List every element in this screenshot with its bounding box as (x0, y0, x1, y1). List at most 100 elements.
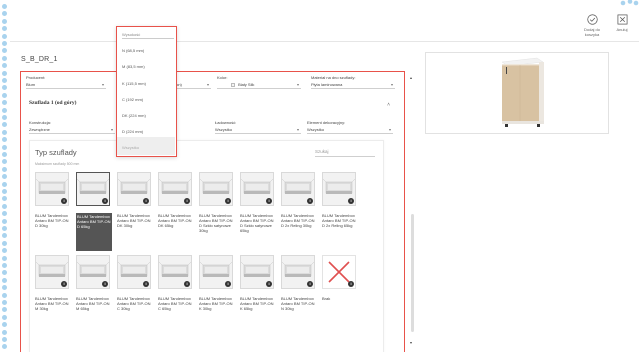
drawer-tile[interactable]: i (35, 255, 69, 289)
drawer-tile[interactable]: i (199, 172, 233, 206)
height-dropdown-menu[interactable]: Wysokość N (68,5 mm) M (83,5 mm) K (115,5 m… (116, 26, 177, 157)
drawer-tile[interactable]: i (322, 172, 356, 206)
dropdown-option[interactable]: DK (224 mm) (122, 113, 146, 118)
info-icon[interactable]: i (307, 198, 313, 204)
border-dot (2, 159, 7, 165)
extra-value: Wszystko (307, 127, 325, 132)
info-icon[interactable]: i (102, 281, 108, 287)
drawer-tile[interactable]: i (117, 255, 151, 289)
color-select[interactable]: Biały Silk ▾ (217, 80, 301, 89)
drawer-tile-label: BLUM Tandembox Antaro BM TIP-ON DK 65kg (158, 213, 192, 228)
extra-select[interactable]: Wszystko ▾ (307, 125, 393, 134)
drawer-type-subtitle: Maksimum szuflady 500 mm (35, 162, 80, 166)
drawer-tile-label: BLUM Tandembox Antaro BM TIP-ON D 30kg (35, 213, 69, 228)
drawer-tile[interactable]: i (76, 172, 110, 206)
info-icon[interactable]: i (61, 198, 67, 204)
drawer-type-title: Typ szuflady (35, 148, 77, 157)
border-dot (2, 248, 7, 254)
drawer-tile-label: Brak (322, 296, 331, 301)
product-preview (425, 52, 609, 134)
drawer-tile[interactable]: i (281, 255, 315, 289)
scroll-up-icon[interactable]: ▴ (410, 75, 412, 80)
dropdown-option[interactable]: K (115,5 mm) (122, 81, 146, 86)
border-dot (2, 174, 7, 180)
dropdown-option[interactable]: C (192 mm) (122, 97, 143, 102)
add-to-cart-button[interactable]: Dodaj do koszyka (578, 14, 606, 37)
chevron-down-icon: ▾ (101, 82, 104, 87)
configuration-panel: Producent: Blum ▾ ton) ▾ Kolor: Biały Si… (20, 71, 405, 352)
info-icon[interactable]: i (266, 198, 272, 204)
drawer-tile-label: BLUM Tandembox Antaro BM TIP-ON M 65kg (76, 296, 110, 311)
drawer-type-card: Typ szuflady Maksimum szuflady 500 mm Sz… (29, 140, 384, 352)
chevron-up-icon[interactable]: ˄ (387, 102, 390, 108)
border-dot (2, 4, 7, 9)
capacity-value: Wszystko (215, 127, 233, 132)
info-icon[interactable]: i (184, 198, 190, 204)
dropdown-option[interactable]: Wszystko (122, 145, 139, 150)
producer-value: Blum (26, 82, 36, 87)
border-dot (2, 226, 7, 231)
info-icon[interactable]: i (307, 281, 313, 287)
drawer-tile-label: BLUM Tandembox Antaro BM TIP-ON K 65kg (240, 296, 274, 311)
border-dot (2, 322, 7, 328)
material-select[interactable]: Płyta laminowana ▾ (311, 80, 395, 89)
chevron-down-icon: ▾ (110, 127, 113, 132)
drawer-tile[interactable]: i (158, 172, 192, 206)
info-icon[interactable]: i (225, 198, 231, 204)
dropdown-option[interactable]: N (68,5 mm) (122, 48, 144, 53)
border-dot (2, 240, 7, 246)
drawer-tile[interactable]: i (158, 255, 192, 289)
page-title: S_B_DR_1 (21, 56, 58, 63)
border-dot (2, 137, 7, 143)
construction-value: Zewnętrzne (29, 127, 50, 132)
drawer-tile-label: BLUM Tandembox Antaro BM TIP-ON D 2x Rel… (322, 213, 356, 228)
scrollbar-thumb[interactable] (411, 214, 414, 332)
cancel-button[interactable]: Anuluj (613, 14, 631, 32)
drawer-tile[interactable]: i (240, 255, 274, 289)
drawer-tile[interactable]: i (76, 255, 110, 289)
drawer-tile[interactable]: i (35, 172, 69, 206)
scroll-down-icon[interactable]: ▾ (410, 340, 412, 345)
info-icon[interactable]: i (266, 281, 272, 287)
border-dot (2, 129, 7, 135)
info-icon[interactable]: i (348, 281, 354, 287)
dropdown-option[interactable]: D (224 mm) (122, 129, 143, 134)
chevron-down-icon: ▾ (206, 82, 209, 87)
search-input[interactable]: Szukaj (315, 147, 375, 157)
chevron-down-icon: ▾ (388, 127, 391, 132)
drawer-tile-label: BLUM Tandembox Antaro BM TIP-ON N 30kg (281, 296, 315, 311)
producer-select[interactable]: Blum ▾ (26, 80, 106, 89)
check-circle-icon (586, 14, 598, 25)
border-dot (2, 270, 7, 276)
border-dot (2, 26, 7, 32)
drawer-tile[interactable]: i (240, 172, 274, 206)
drawer-tile-label: BLUM Tandembox Antaro BM TIP-ON D 65kg (76, 213, 112, 251)
chevron-down-icon: ▾ (296, 82, 299, 87)
construction-select[interactable]: Zewnętrzne ▾ (29, 125, 115, 134)
info-icon[interactable]: i (184, 281, 190, 287)
border-dot (2, 41, 7, 46)
border-dot (2, 48, 7, 54)
color-swatch (231, 82, 235, 87)
border-dot (2, 107, 7, 113)
search-placeholder: Szukaj (315, 149, 329, 154)
border-dot (2, 277, 7, 283)
info-icon[interactable]: i (143, 281, 149, 287)
drawer-tile-none[interactable]: i (322, 255, 356, 289)
border-dot (2, 33, 7, 39)
capacity-select[interactable]: Wszystko ▾ (215, 125, 301, 134)
drawer-tile[interactable]: i (199, 255, 233, 289)
drawer-tile[interactable]: i (117, 172, 151, 206)
info-icon[interactable]: i (61, 281, 67, 287)
info-icon[interactable]: i (348, 198, 354, 204)
border-dot (2, 78, 7, 83)
dropdown-option[interactable]: M (83,5 mm) (122, 64, 145, 69)
drawer-tile[interactable]: i (281, 172, 315, 206)
border-dot (2, 344, 7, 350)
info-icon[interactable]: i (102, 198, 108, 204)
info-icon[interactable]: i (143, 198, 149, 204)
height-filter-input[interactable]: Wysokość (122, 32, 174, 39)
corner-decoration (620, 0, 639, 6)
info-icon[interactable]: i (225, 281, 231, 287)
drawer-tile-label: BLUM Tandembox Antaro BM TIP-ON D Szkło … (240, 213, 274, 233)
